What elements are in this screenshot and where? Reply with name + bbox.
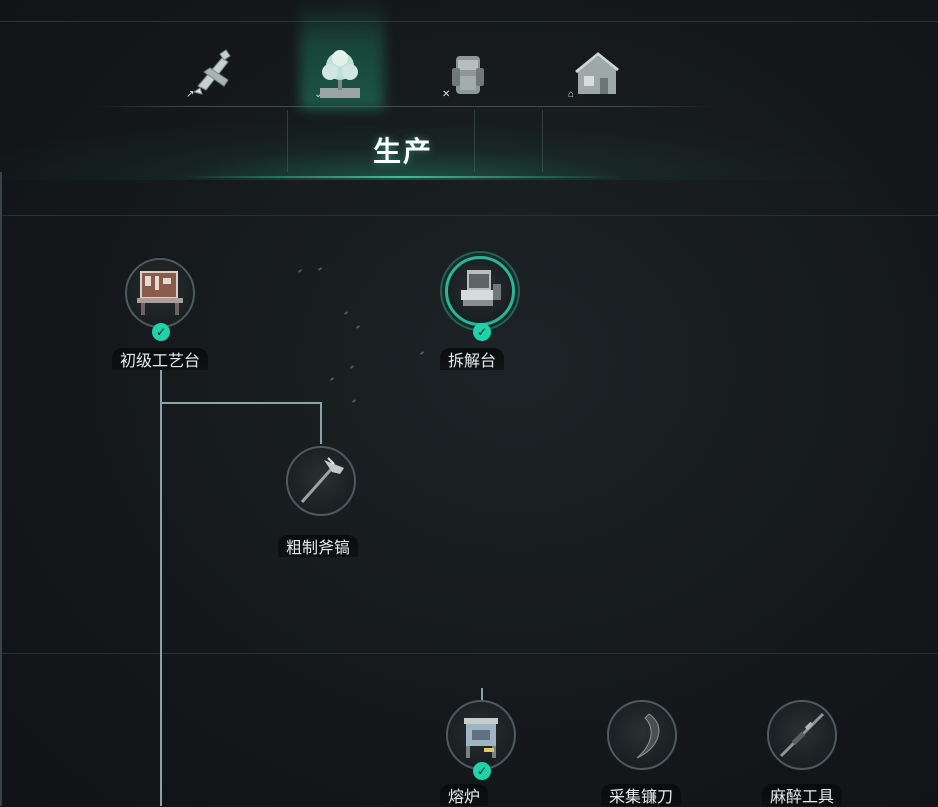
- particle: [317, 267, 323, 271]
- particle: [349, 365, 355, 369]
- tranquilizer-rifle-icon: [779, 712, 825, 758]
- left-edge: [0, 172, 2, 806]
- node-label: 麻醉工具: [762, 784, 843, 806]
- node-circle: [286, 446, 356, 516]
- section-title: 生产: [372, 136, 433, 167]
- node-circle: [767, 700, 837, 770]
- disassembly-machine-icon: [461, 270, 501, 306]
- tab-badge: ⌂: [568, 89, 575, 100]
- tab-badge: ⌄: [314, 89, 323, 100]
- tab-badge: ↗: [186, 89, 195, 100]
- pickaxe-icon: [300, 457, 344, 503]
- node-circle: [125, 258, 195, 328]
- particle: [297, 269, 303, 273]
- node-circle: [446, 700, 516, 770]
- house-icon: [575, 52, 619, 94]
- sickle-icon: [636, 713, 660, 759]
- workbench-icon: [137, 271, 183, 315]
- furnace-icon: [464, 718, 498, 758]
- tree-connector: [320, 402, 322, 444]
- node-label: 初级工艺台: [112, 348, 209, 370]
- unlocked-check-icon: ✓: [473, 762, 491, 780]
- particle: [351, 399, 357, 403]
- node-label: 熔炉: [440, 784, 489, 806]
- node-circle: [607, 700, 677, 770]
- node-label: 粗制斧镐: [278, 535, 359, 557]
- unlocked-check-icon: ✓: [473, 323, 491, 341]
- tab-equipment[interactable]: ✕: [436, 44, 500, 104]
- node-circle: [445, 256, 515, 326]
- top-divider: [0, 21, 938, 22]
- row-divider: [0, 653, 938, 654]
- title-glow-line: [180, 176, 620, 178]
- particle: [355, 325, 361, 329]
- tree-connector: [160, 370, 162, 806]
- unlocked-check-icon: ✓: [152, 323, 170, 341]
- node-label: 拆解台: [440, 348, 505, 370]
- row-divider: [0, 215, 938, 216]
- tab-underline: [95, 106, 715, 107]
- tab-building[interactable]: ⌂: [562, 44, 626, 104]
- node-label: 采集镰刀: [601, 784, 682, 806]
- tab-combat[interactable]: ↗: [180, 44, 244, 104]
- particle: [343, 311, 349, 315]
- particle: [419, 351, 425, 355]
- tab-badge: ✕: [442, 89, 451, 100]
- tree-connector: [160, 402, 322, 404]
- particle: [329, 377, 335, 381]
- tab-production[interactable]: ⌄: [308, 44, 372, 104]
